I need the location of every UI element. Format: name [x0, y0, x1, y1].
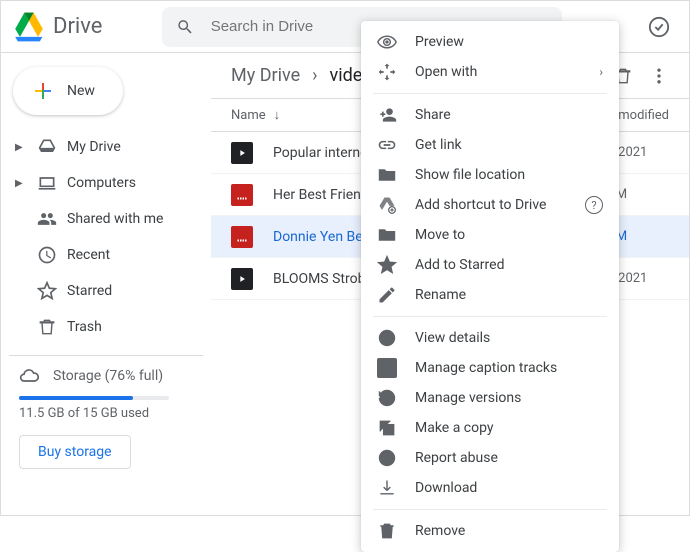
ctx-get-link[interactable]: Get link: [361, 130, 619, 160]
sidebar: New ▶ My Drive ▶ Computers Shared with m…: [1, 53, 211, 515]
ctx-add-shortcut[interactable]: Add shortcut to Drive ?: [361, 190, 619, 220]
ctx-label: Remove: [415, 523, 465, 539]
ctx-label: Manage versions: [415, 390, 521, 406]
ctx-label: Report abuse: [415, 450, 498, 466]
app-name: Drive: [53, 14, 102, 39]
ctx-label: Move to: [415, 227, 465, 243]
download-icon: [377, 478, 397, 498]
copy-icon: [377, 418, 397, 438]
star-icon: [37, 281, 57, 301]
ctx-view-details[interactable]: View details: [361, 323, 619, 353]
recent-icon: [37, 245, 57, 265]
report-icon: [377, 448, 397, 468]
chevron-right-icon: ›: [312, 65, 317, 86]
new-button-label: New: [67, 83, 95, 99]
sidebar-label: Trash: [67, 319, 102, 335]
person-add-icon: [377, 105, 397, 125]
video-file-icon: [231, 226, 253, 248]
ctx-label: Make a copy: [415, 420, 494, 436]
new-button[interactable]: New: [13, 67, 123, 115]
buy-storage-button[interactable]: Buy storage: [19, 435, 131, 469]
cc-icon: CC: [377, 358, 397, 378]
sidebar-item-trash[interactable]: Trash: [9, 309, 203, 345]
video-play-icon: [231, 142, 253, 164]
ctx-download[interactable]: Download: [361, 473, 619, 503]
ctx-label: Rename: [415, 287, 466, 303]
storage-bar: [19, 396, 169, 400]
ctx-report-abuse[interactable]: Report abuse: [361, 443, 619, 473]
trash-icon: [37, 317, 57, 337]
star-icon: [377, 255, 397, 275]
storage-fill: [19, 396, 133, 400]
cloud-icon: [19, 366, 39, 386]
pencil-icon: [377, 285, 397, 305]
video-play-icon: [231, 268, 253, 290]
col-name[interactable]: Name: [231, 108, 266, 123]
video-file-icon: [231, 184, 253, 206]
storage-usage: 11.5 GB of 15 GB used: [19, 406, 193, 421]
drive-logo-icon: [13, 11, 45, 43]
my-drive-icon: [37, 137, 57, 157]
logo-area[interactable]: Drive: [13, 11, 102, 43]
sidebar-item-recent[interactable]: Recent: [9, 237, 203, 273]
ctx-label: Show file location: [415, 167, 525, 183]
ctx-label: Share: [415, 107, 451, 123]
ctx-make-copy[interactable]: Make a copy: [361, 413, 619, 443]
eye-icon: [377, 32, 397, 52]
help-icon[interactable]: ?: [585, 196, 603, 214]
storage-section: Storage (76% full) 11.5 GB of 15 GB used…: [9, 366, 203, 469]
breadcrumb-current[interactable]: vide: [330, 65, 363, 86]
storage-label: Storage (76% full): [53, 368, 163, 384]
ctx-open-with[interactable]: Open with ›: [361, 57, 619, 87]
storage-row[interactable]: Storage (76% full): [19, 366, 193, 386]
ctx-move-to[interactable]: Move to: [361, 220, 619, 250]
ready-offline-icon[interactable]: [641, 9, 677, 45]
sidebar-label: Recent: [67, 247, 110, 263]
open-with-icon: [377, 62, 397, 82]
breadcrumb-root[interactable]: My Drive: [231, 65, 300, 86]
ctx-label: Manage caption tracks: [415, 360, 557, 376]
ctx-manage-versions[interactable]: Manage versions: [361, 383, 619, 413]
ctx-share[interactable]: Share: [361, 100, 619, 130]
ctx-show-location[interactable]: Show file location: [361, 160, 619, 190]
ctx-label: View details: [415, 330, 490, 346]
ctx-rename[interactable]: Rename: [361, 280, 619, 310]
sidebar-label: Shared with me: [67, 211, 163, 227]
sidebar-item-shared[interactable]: Shared with me: [9, 201, 203, 237]
computers-icon: [37, 173, 57, 193]
ctx-manage-captions[interactable]: CC Manage caption tracks: [361, 353, 619, 383]
search-icon: [176, 17, 194, 37]
sort-arrow-down-icon[interactable]: ↓: [274, 107, 281, 123]
ctx-label: Download: [415, 480, 477, 496]
info-icon: [377, 328, 397, 348]
sidebar-item-computers[interactable]: ▶ Computers: [9, 165, 203, 201]
ctx-preview[interactable]: Preview: [361, 27, 619, 57]
ctx-label: Get link: [415, 137, 462, 153]
folder-move-icon: [377, 225, 397, 245]
ctx-label: Add shortcut to Drive: [415, 197, 546, 213]
chevron-right-icon: ›: [599, 65, 603, 79]
ctx-label: Add to Starred: [415, 257, 504, 273]
more-vert-icon[interactable]: [649, 66, 669, 86]
sidebar-label: Computers: [67, 175, 136, 191]
folder-icon: [377, 165, 397, 185]
context-menu: Preview Open with › Share Get link Show …: [361, 21, 619, 552]
chevron-right-icon: ▶: [15, 142, 27, 153]
trash-icon: [377, 521, 397, 541]
chevron-right-icon: ▶: [15, 178, 27, 189]
sidebar-label: My Drive: [67, 139, 121, 155]
history-icon: [377, 388, 397, 408]
link-icon: [377, 135, 397, 155]
sidebar-item-my-drive[interactable]: ▶ My Drive: [9, 129, 203, 165]
sidebar-item-starred[interactable]: Starred: [9, 273, 203, 309]
ctx-remove[interactable]: Remove: [361, 516, 619, 546]
ctx-label: Preview: [415, 34, 464, 50]
ctx-add-starred[interactable]: Add to Starred: [361, 250, 619, 280]
drive-shortcut-icon: [377, 195, 397, 215]
plus-icon: [31, 79, 55, 103]
sidebar-label: Starred: [67, 283, 112, 299]
shared-icon: [37, 209, 57, 229]
ctx-label: Open with: [415, 64, 477, 80]
